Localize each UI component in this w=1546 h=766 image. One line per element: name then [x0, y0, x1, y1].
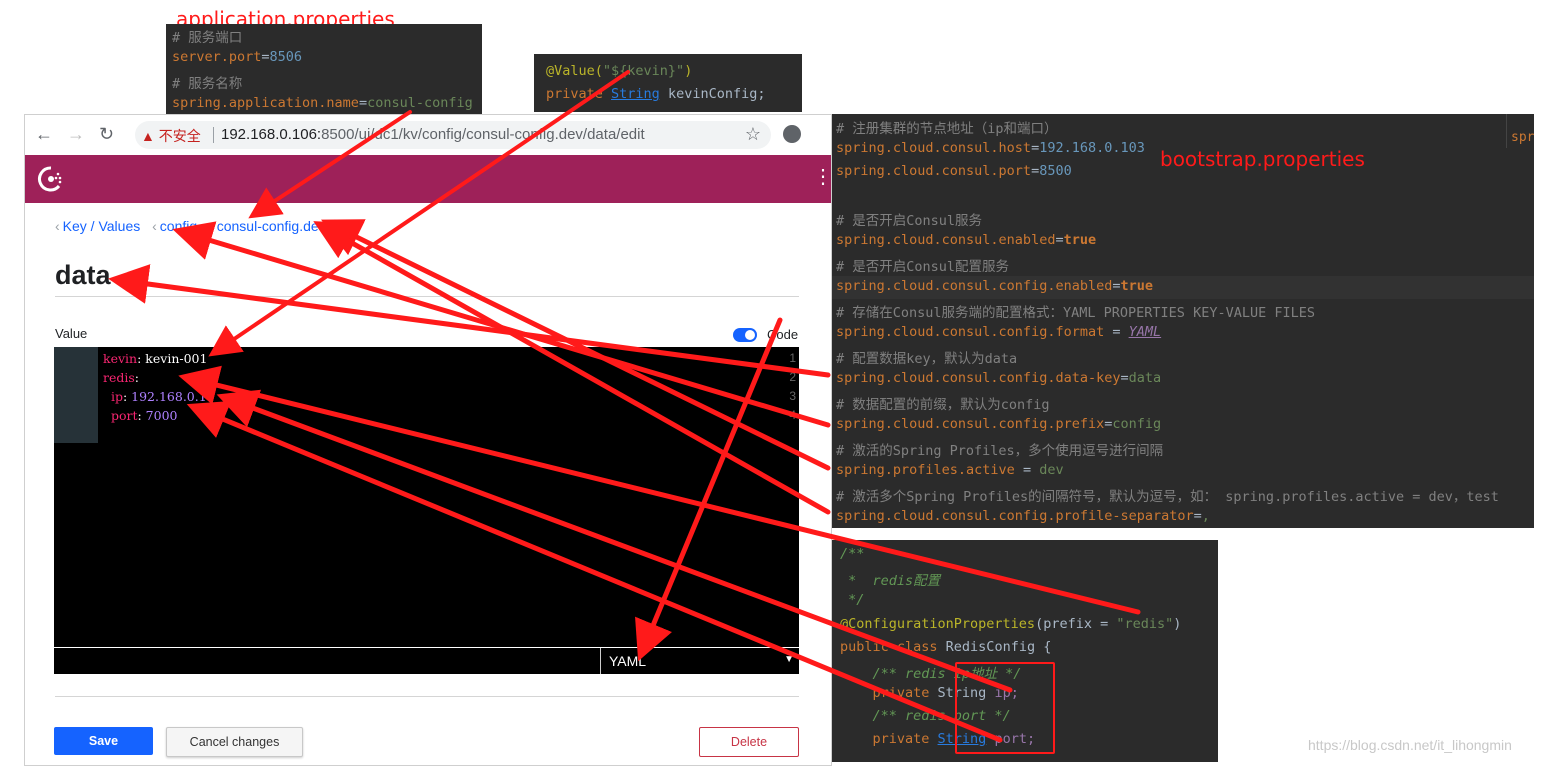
page-title: data	[55, 260, 111, 290]
line-number: 4	[789, 408, 796, 422]
code-comment: */	[840, 592, 865, 608]
code-line: spring.cloud.consul.port=8500	[836, 163, 1072, 179]
chevron-left-icon: ‹	[55, 218, 60, 234]
back-arrow-icon[interactable]: ←	[35, 124, 53, 145]
app-props-panel: # 服务端口 server.port=8506 # 服务名称 spring.ap…	[166, 24, 482, 114]
bootstrap-corner: spr	[1506, 114, 1534, 148]
bootstrap-panel: # 注册集群的节点地址（ip和端口） spring.cloud.consul.ho…	[830, 114, 1534, 528]
editor-line: port: 7000	[103, 408, 178, 423]
delete-button[interactable]: Delete	[699, 727, 799, 757]
browser-toolbar: ← → ↻ ▲ 不安全 192.168.0.106:8500/ui/dc1/kv…	[25, 115, 831, 156]
consul-header: ⋮	[25, 155, 831, 203]
code-line: @ConfigurationProperties(prefix = "redis…	[840, 616, 1182, 632]
reload-icon[interactable]: ↻	[99, 124, 114, 145]
code-line: private String kevinConfig;	[546, 86, 766, 102]
highlight-box	[955, 662, 1055, 754]
breadcrumb: ‹ Key / Values ‹ config ‹ consul-config.dev	[55, 218, 326, 234]
code-comment: # 注册集群的节点地址（ip和端口）	[836, 121, 1058, 137]
code-line: @Value("${kevin}")	[546, 63, 693, 79]
code-comment: # 服务名称	[172, 76, 243, 92]
address-bar[interactable]: ▲ 不安全 192.168.0.106:8500/ui/dc1/kv/confi…	[135, 121, 771, 149]
chevron-down-icon: ▼	[784, 654, 794, 665]
profile-avatar-icon[interactable]	[783, 125, 801, 143]
line-number: 1	[789, 351, 796, 365]
chevron-left-icon: ‹	[209, 218, 214, 234]
line-number: 3	[789, 389, 796, 403]
breadcrumb-config[interactable]: config	[160, 218, 197, 234]
code-line: public class RedisConfig {	[840, 639, 1052, 655]
url-divider	[213, 127, 214, 143]
code-line: spring.cloud.consul.config.prefix=config	[836, 416, 1162, 432]
code-comment: # 是否开启Consul服务	[836, 213, 983, 229]
code-line: spring.cloud.consul.enabled=true	[836, 232, 1097, 248]
value-label: Value	[55, 326, 88, 341]
code-comment: # 激活的Spring Profiles，多个使用逗号进行间隔	[836, 443, 1164, 459]
code-comment: /**	[840, 546, 865, 562]
syntax-select-value: YAML	[609, 653, 647, 669]
code-toggle-label: Code	[767, 327, 799, 342]
save-button[interactable]: Save	[54, 727, 153, 755]
code-toggle[interactable]	[733, 328, 757, 342]
line-number: 2	[789, 370, 796, 384]
url-text[interactable]: 192.168.0.106:8500/ui/dc1/kv/config/cons…	[221, 126, 645, 143]
consul-logo-icon[interactable]	[37, 165, 65, 193]
bootstrap-title: bootstrap.properties	[1160, 147, 1365, 171]
browser-window: ← → ↻ ▲ 不安全 192.168.0.106:8500/ui/dc1/kv…	[24, 114, 832, 766]
code-line: spring.profiles.active = dev	[836, 462, 1064, 478]
breadcrumb-consul-config-dev[interactable]: consul-config.dev	[217, 218, 326, 234]
breadcrumb-key-values[interactable]: Key / Values	[63, 218, 141, 234]
editor-line: kevin: kevin-001	[103, 351, 208, 366]
code-editor[interactable]: 1 kevin: kevin-001 2 redis: 3 ip: 192.168.0.…	[54, 347, 799, 647]
code-line: spring.cloud.consul.config.format = YAML	[836, 324, 1162, 340]
editor-line: ip: 192.168.0.1	[103, 389, 207, 404]
code-comment: # 数据配置的前缀，默认为config	[836, 397, 1050, 413]
syntax-select[interactable]: YAML ▼	[600, 648, 800, 674]
editor-footer: YAML ▼	[54, 647, 799, 674]
code-comment: # 配置数据key，默认为data	[836, 351, 1018, 367]
cancel-changes-button[interactable]: Cancel changes	[166, 727, 303, 757]
code-comment: # 服务端口	[172, 30, 243, 46]
chevron-left-icon: ‹	[152, 218, 157, 234]
not-secure-warning[interactable]: ▲ 不安全	[141, 126, 201, 146]
forward-arrow-icon[interactable]: →	[67, 124, 85, 145]
value-snippet-panel: @Value("${kevin}") private String kevinC…	[534, 54, 802, 112]
code-comment: # 激活多个Spring Profiles的间隔符号，默认为逗号，如： spri…	[836, 489, 1499, 505]
code-comment: # 存储在Consul服务端的配置格式：YAML PROPERTIES KEY-…	[836, 305, 1315, 321]
code-line: spring.cloud.consul.config.enabled=true	[836, 278, 1153, 294]
code-comment: # 是否开启Consul配置服务	[836, 259, 1010, 275]
code-line: spring.cloud.consul.config.data-key=data	[836, 370, 1162, 386]
code-line: server.port=8506	[172, 49, 303, 65]
kebab-menu-icon[interactable]: ⋮	[813, 167, 831, 187]
code-comment: * redis配置	[840, 573, 941, 589]
watermark: https://blog.csdn.net/it_lihongmin	[1308, 737, 1512, 753]
divider	[55, 296, 799, 297]
code-line: spring.cloud.consul.host=192.168.0.103	[836, 140, 1145, 156]
divider	[55, 696, 799, 697]
line-gutter	[54, 347, 98, 443]
editor-line: redis:	[103, 370, 140, 385]
code-line: spring.cloud.consul.config.profile-separ…	[836, 508, 1210, 524]
bookmark-star-icon[interactable]: ☆	[745, 124, 761, 145]
code-line: spring.application.name=consul-config	[172, 95, 473, 111]
